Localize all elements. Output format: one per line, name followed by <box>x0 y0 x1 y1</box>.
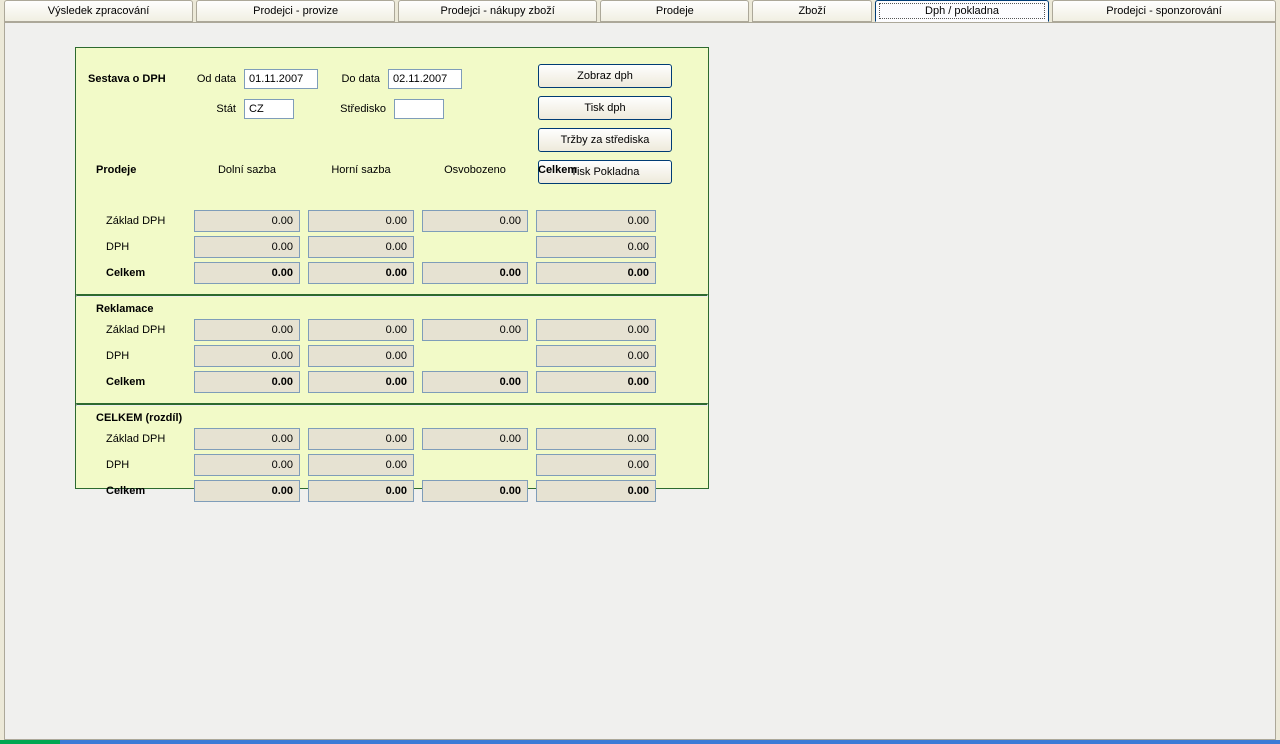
value-cell: 0.00 <box>194 345 300 367</box>
value-cell: 0.00 <box>194 454 300 476</box>
tab-prodejci-n-kupy-zbo[interactable]: Prodejci - nákupy zboží <box>398 0 597 22</box>
value-cell: 0.00 <box>194 262 300 284</box>
section-reklamace-title: Reklamace <box>96 303 696 315</box>
value-cell: 0.00 <box>308 454 414 476</box>
value-cell: 0.00 <box>308 210 414 232</box>
tab-dph-pokladna[interactable]: Dph / pokladna <box>875 0 1049 22</box>
value-cell: 0.00 <box>308 428 414 450</box>
stredisko-label: Středisko <box>332 103 394 115</box>
row-label: Celkem <box>106 485 186 497</box>
do-data-input[interactable] <box>388 69 462 89</box>
rozdil-zaklad-row: Základ DPH 0.00 0.00 0.00 0.00 <box>106 426 696 452</box>
column-headers: Prodeje Dolní sazba Horní sazba Osvoboze… <box>106 164 696 176</box>
rozdil-celkem-row: Celkem 0.00 0.00 0.00 0.00 <box>106 478 696 504</box>
tab-strip: Výsledek zpracováníProdejci - provizePro… <box>0 0 1280 22</box>
stredisko-input[interactable] <box>394 99 444 119</box>
row-label: Celkem <box>106 267 186 279</box>
value-cell: 0.00 <box>422 262 528 284</box>
value-cell: 0.00 <box>194 236 300 258</box>
zobraz-dph-button[interactable]: Zobraz dph <box>538 64 672 88</box>
stat-input[interactable] <box>244 99 294 119</box>
rozdil-dph-row: DPH 0.00 0.00 0.00 <box>106 452 696 478</box>
tab-prodeje[interactable]: Prodeje <box>600 0 749 22</box>
row-label: DPH <box>106 241 186 253</box>
value-cell: 0.00 <box>308 236 414 258</box>
od-data-label: Od data <box>188 73 244 85</box>
do-data-label: Do data <box>332 73 388 85</box>
value-cell: 0.00 <box>194 371 300 393</box>
reklamace-dph-row: DPH 0.00 0.00 0.00 <box>106 343 696 369</box>
section-prodeje-title: Prodeje <box>96 164 186 176</box>
col-horni-sazba: Horní sazba <box>308 164 414 176</box>
value-cell: 0.00 <box>194 480 300 502</box>
value-cell: 0.00 <box>536 480 656 502</box>
value-cell: 0.00 <box>422 319 528 341</box>
value-cell: 0.00 <box>308 319 414 341</box>
dph-panel: Sestava o DPH Od data Do data Stát Střed… <box>75 47 709 489</box>
reklamace-zaklad-row: Základ DPH 0.00 0.00 0.00 0.00 <box>106 317 696 343</box>
panel-title: Sestava o DPH <box>88 73 188 85</box>
row-label: Celkem <box>106 376 186 388</box>
tab-prodejci-provize[interactable]: Prodejci - provize <box>196 0 395 22</box>
taskbar-edge <box>0 740 1280 744</box>
value-cell: 0.00 <box>536 428 656 450</box>
stat-label: Stát <box>188 103 244 115</box>
reklamace-celkem-row: Celkem 0.00 0.00 0.00 0.00 <box>106 369 696 395</box>
value-cell: 0.00 <box>308 480 414 502</box>
value-cell: 0.00 <box>422 428 528 450</box>
row-label: Základ DPH <box>106 324 186 336</box>
tisk-dph-button[interactable]: Tisk dph <box>538 96 672 120</box>
tab-prodejci-sponzorov-n[interactable]: Prodejci - sponzorování <box>1052 0 1276 22</box>
value-cell: 0.00 <box>536 371 656 393</box>
results-grid: Prodeje Dolní sazba Horní sazba Osvoboze… <box>76 186 708 512</box>
tab-zbo[interactable]: Zboží <box>752 0 871 22</box>
row-label: DPH <box>106 350 186 362</box>
col-dolni-sazba: Dolní sazba <box>194 164 300 176</box>
value-cell: 0.00 <box>308 262 414 284</box>
tab-v-sledek-zpracov-n[interactable]: Výsledek zpracování <box>4 0 193 22</box>
value-cell: 0.00 <box>536 319 656 341</box>
prodeje-dph-row: DPH 0.00 0.00 0.00 <box>106 234 696 260</box>
row-label: Základ DPH <box>106 433 186 445</box>
od-data-input[interactable] <box>244 69 318 89</box>
value-cell: 0.00 <box>536 236 656 258</box>
prodeje-zaklad-row: Základ DPH 0.00 0.00 0.00 0.00 <box>106 208 696 234</box>
value-cell: 0.00 <box>308 345 414 367</box>
value-cell: 0.00 <box>536 345 656 367</box>
row-label: DPH <box>106 459 186 471</box>
col-osvobozeno: Osvobozeno <box>422 164 528 176</box>
value-cell: 0.00 <box>536 210 656 232</box>
value-cell: 0.00 <box>194 210 300 232</box>
content-frame: Sestava o DPH Od data Do data Stát Střed… <box>4 22 1276 740</box>
trzby-strediska-button[interactable]: Tržby za střediska <box>538 128 672 152</box>
value-cell: 0.00 <box>422 210 528 232</box>
prodeje-celkem-row: Celkem 0.00 0.00 0.00 0.00 <box>106 260 696 286</box>
value-cell: 0.00 <box>194 428 300 450</box>
value-cell: 0.00 <box>194 319 300 341</box>
row-label: Základ DPH <box>106 215 186 227</box>
col-celkem: Celkem <box>536 164 656 176</box>
value-cell: 0.00 <box>422 480 528 502</box>
value-cell: 0.00 <box>422 371 528 393</box>
value-cell: 0.00 <box>536 454 656 476</box>
value-cell: 0.00 <box>536 262 656 284</box>
value-cell: 0.00 <box>308 371 414 393</box>
section-rozdil-title: CELKEM (rozdíl) <box>96 412 696 424</box>
